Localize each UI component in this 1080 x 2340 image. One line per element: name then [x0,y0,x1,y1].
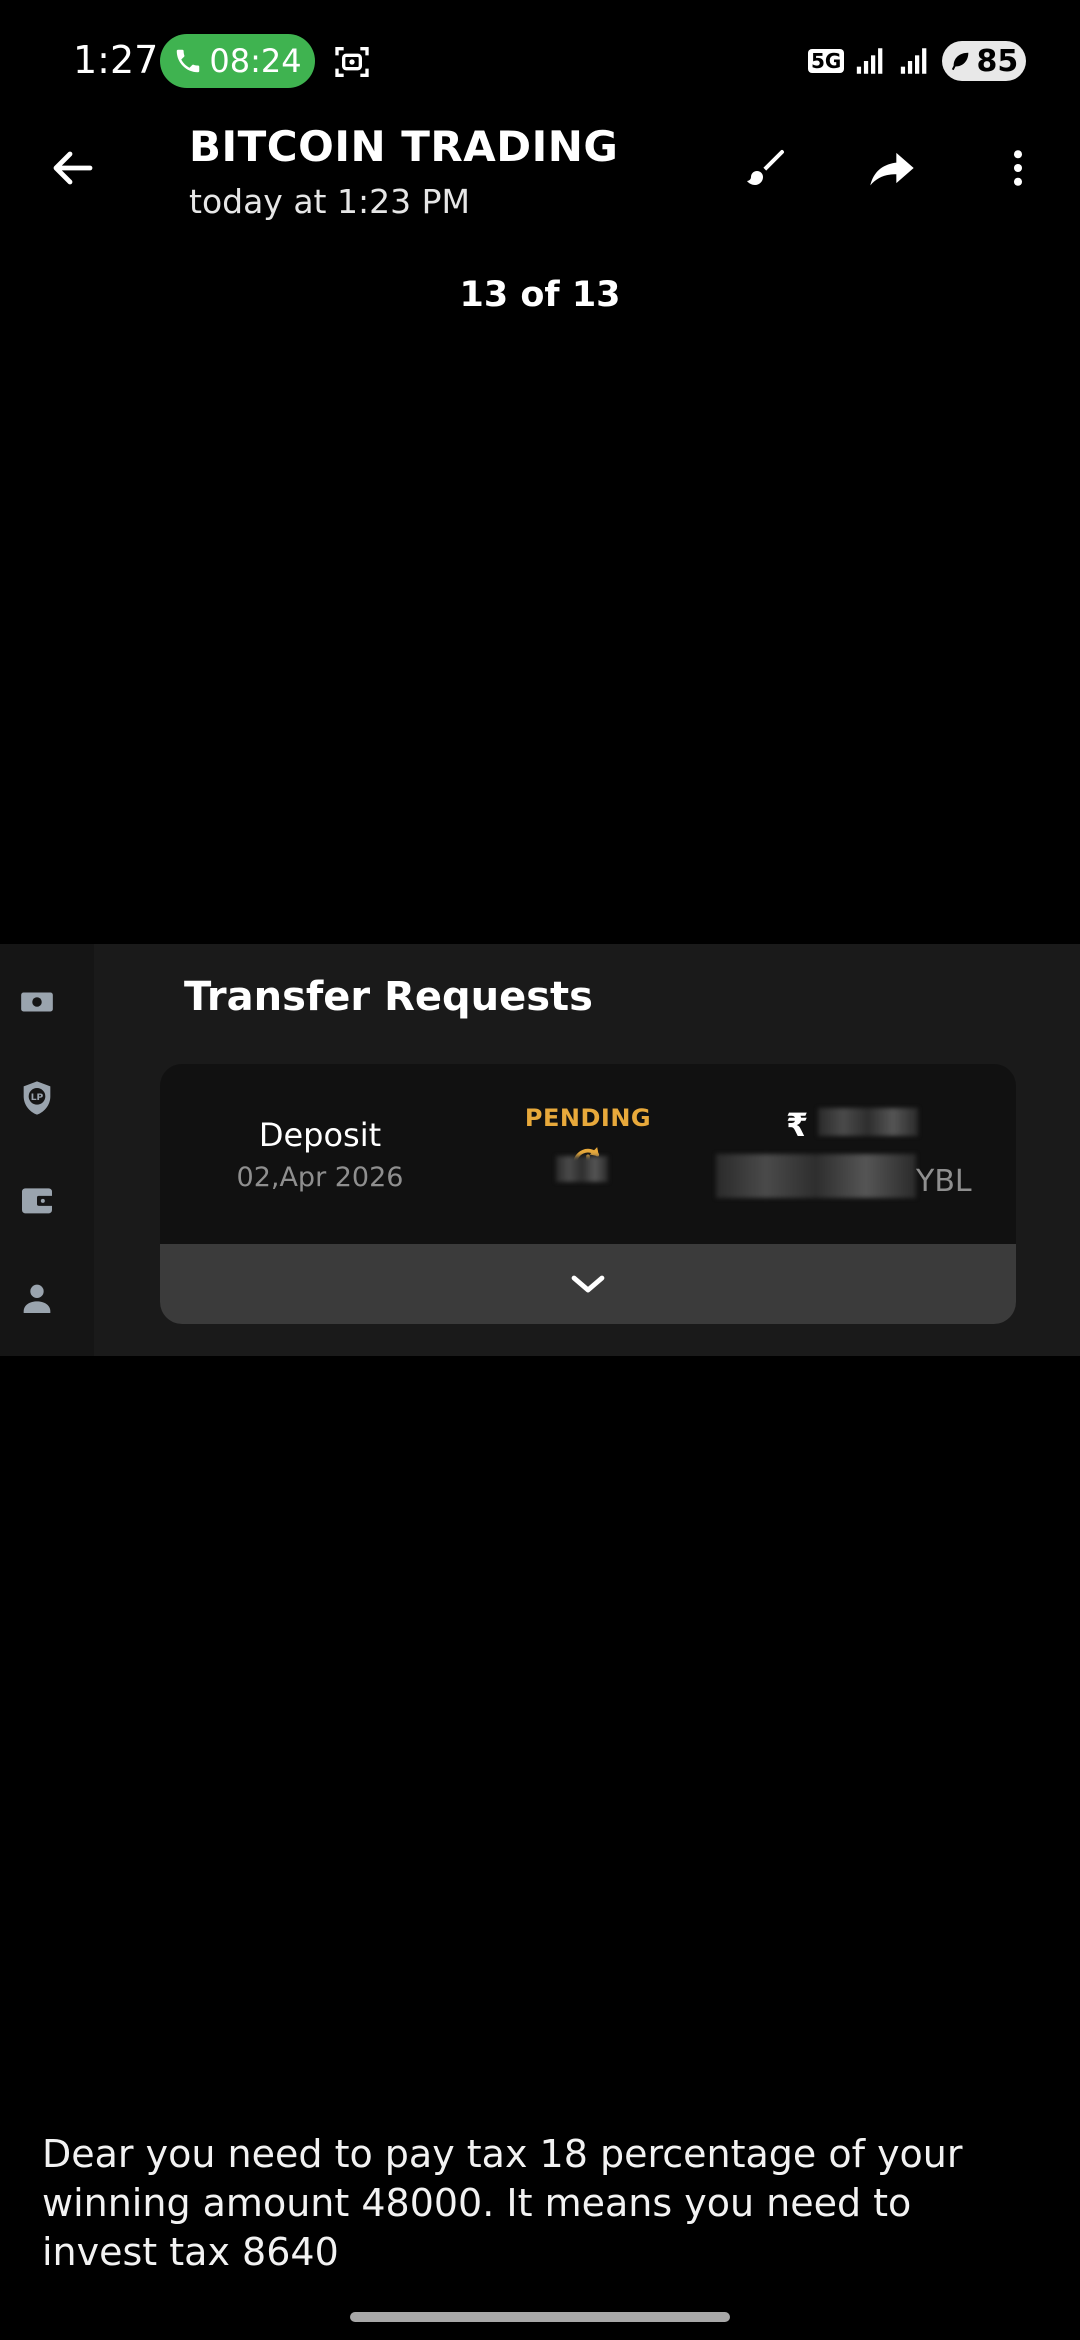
redacted-account [716,1154,916,1198]
transfer-request-card: Deposit 02,Apr 2026 PENDING ₹ YBL [160,1064,1016,1324]
gesture-navigation-bar[interactable] [350,2312,730,2322]
back-button[interactable] [44,138,104,198]
money-icon [21,992,53,1012]
message-timestamp: today at 1:23 PM [189,182,470,221]
svg-text:LP: LP [31,1092,44,1103]
app-side-rail: LP [0,944,94,1356]
share-arrow-icon [870,152,914,186]
redacted-region [556,1156,608,1182]
status-bar: 1:27 08:24 5G 85 [0,0,1080,120]
signal-icon [857,48,883,74]
transfer-date: 02,Apr 2026 [236,1162,404,1193]
rail-item-money [17,982,57,1022]
redacted-amount [818,1108,918,1136]
forward-button[interactable] [862,138,922,198]
status-icons: 5G 85 [808,36,1027,86]
currency-symbol: ₹ [786,1106,809,1144]
more-vert-icon [1013,150,1023,186]
account-suffix: YBL [916,1164,972,1199]
media-viewer: 1:27 08:24 5G 85 BITCOIN TRADING today a… [0,0,1080,2340]
shield-icon: LP [23,1081,51,1115]
phone-icon [177,49,200,73]
expand-row-button [160,1244,1016,1324]
shared-image[interactable]: LP Transfer Requests Deposit 02,Apr 2026… [0,944,1080,1356]
chat-title: BITCOIN TRADING [189,122,619,171]
media-counter: 13 of 13 [459,275,621,315]
transfer-requests-title: Transfer Requests [184,974,593,1020]
battery-level: 85 [976,43,1019,79]
network-type: 5G [808,49,845,73]
wallet-icon [22,1188,54,1214]
call-timer: 08:24 [209,42,302,80]
person-icon [23,1284,51,1313]
rail-item-wallet [17,1180,57,1220]
status-time: 1:27 [73,38,159,82]
screen-capture-icon [335,47,369,77]
rail-item-profile [17,1278,57,1318]
edit-button[interactable] [736,138,796,198]
ongoing-call-pill[interactable]: 08:24 [160,34,315,88]
rail-item-lp: LP [17,1078,57,1118]
viewer-header: BITCOIN TRADING today at 1:23 PM [0,120,1080,250]
back-arrow-icon [53,151,93,185]
battery-leaf-icon [952,52,969,71]
message-caption: Dear you need to pay tax 18 percentage o… [42,2132,963,2274]
status-badge: PENDING [524,1104,652,1132]
brush-icon [747,150,784,185]
signal-icon [901,48,927,74]
battery-indicator: 85 [942,41,1027,81]
chevron-down-icon [571,1275,605,1293]
more-options-button[interactable] [988,138,1048,198]
